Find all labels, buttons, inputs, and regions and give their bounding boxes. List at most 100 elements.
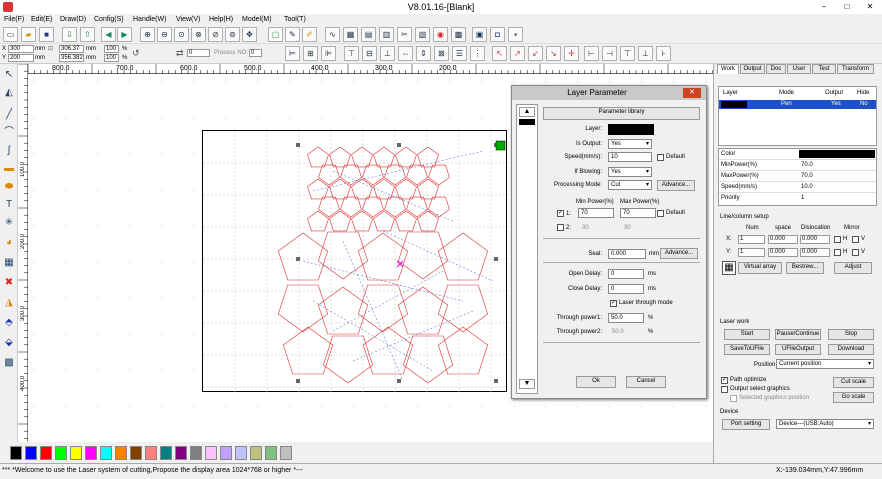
port-setting-button[interactable]: Port setting — [722, 419, 770, 430]
zoom-fit-icon[interactable]: ⊙ — [174, 27, 189, 42]
tab-test[interactable]: Test — [812, 64, 836, 74]
dist-left-icon[interactable]: ⊢ — [584, 46, 599, 61]
point-icon[interactable]: ✳ — [2, 216, 16, 230]
tab-output[interactable]: Output — [740, 64, 765, 74]
bestrew-button[interactable]: Bestrew... — [786, 262, 824, 274]
y-dislocation-input[interactable]: 0.000 — [800, 248, 830, 257]
layer-color-item[interactable] — [519, 119, 535, 125]
same-width-icon[interactable]: ⇔ — [398, 46, 413, 61]
position-select[interactable]: Current position ▾ — [776, 359, 874, 369]
tab-work[interactable]: Work — [717, 64, 739, 74]
tab-transform[interactable]: Transform — [837, 64, 874, 74]
frame-icon[interactable]: ▩ — [451, 27, 466, 42]
scale-x-input[interactable]: 100 — [104, 45, 119, 53]
node-edit-icon[interactable]: ✎ — [285, 27, 300, 42]
y-space-input[interactable]: 0.000 — [768, 248, 798, 257]
seal-input[interactable]: 0.000 — [608, 249, 646, 259]
lock-icon[interactable]: ⊡ — [48, 45, 53, 53]
x-mirror-h-checkbox[interactable] — [834, 236, 841, 243]
bitmap-icon[interactable]: ▦ — [343, 27, 358, 42]
dialog-close-button[interactable]: ✕ — [683, 88, 701, 98]
select-arrow-icon[interactable]: ↖ — [2, 68, 16, 82]
grid-tool-icon[interactable]: ▩ — [2, 356, 16, 370]
color-swatch[interactable] — [115, 446, 127, 460]
dist-mid-icon[interactable]: ⊥ — [638, 46, 653, 61]
advance-mode-button[interactable]: Advance... — [657, 180, 695, 191]
through-mode-checkbox[interactable]: ✓ — [610, 300, 617, 307]
selected-position-checkbox[interactable] — [730, 395, 737, 402]
zoom-in-icon[interactable]: ⊕ — [140, 27, 155, 42]
pause-continue-button[interactable]: Pause/Continue — [775, 329, 821, 340]
line-icon[interactable]: ╱ — [2, 108, 16, 122]
delete-icon[interactable]: ✖ — [2, 276, 16, 290]
color-swatch[interactable] — [40, 446, 52, 460]
stop-button[interactable]: Stop — [828, 329, 874, 340]
menu-file[interactable]: File(F) — [4, 14, 24, 25]
angle-input[interactable]: 0 — [187, 49, 210, 57]
open-delay-input[interactable]: 0 — [608, 269, 644, 279]
polyline-icon[interactable]: ⌒ — [2, 126, 16, 140]
color-swatch[interactable] — [220, 446, 232, 460]
measure-icon[interactable]: ▧ — [415, 27, 430, 42]
device-icon[interactable]: ◘ — [490, 27, 505, 42]
distribute-icon[interactable]: ☰ — [452, 46, 467, 61]
process-no-input[interactable]: 0 — [249, 49, 262, 57]
flip-icon[interactable]: ⬙ — [2, 336, 16, 350]
ok-button[interactable]: Ok — [576, 376, 616, 388]
tab-doc[interactable]: Doc — [766, 64, 786, 74]
rectangle-icon[interactable]: ▬ — [2, 162, 16, 176]
menu-help[interactable]: Help(H) — [209, 14, 233, 25]
mirror-icon[interactable]: ⇄ — [176, 49, 184, 58]
move-topleft-icon[interactable]: ↖ — [492, 46, 507, 61]
adjust-button[interactable]: Adjust — [834, 262, 872, 274]
move-topright-icon[interactable]: ↗ — [510, 46, 525, 61]
menu-handle[interactable]: Handle(W) — [133, 14, 166, 25]
layer-list[interactable]: ▲ ▼ — [516, 104, 538, 394]
advance-seal-button[interactable]: Advance... — [660, 248, 698, 259]
grid-icon[interactable]: ▥ — [379, 27, 394, 42]
close-delay-input[interactable]: 0 — [608, 284, 644, 294]
dist-center-icon[interactable]: ⊣ — [602, 46, 617, 61]
color-swatch[interactable] — [175, 446, 187, 460]
zoom-select-icon[interactable]: ⊘ — [208, 27, 223, 42]
color-swatch[interactable] — [190, 446, 202, 460]
zoom-all-icon[interactable]: ⊚ — [225, 27, 240, 42]
cut-scale-button[interactable]: Cut scale — [833, 377, 874, 388]
menu-tool[interactable]: Tool(T) — [284, 14, 306, 25]
dist-top-icon[interactable]: ⊤ — [620, 46, 635, 61]
node-icon[interactable]: ◭ — [2, 86, 16, 100]
color-swatch[interactable] — [10, 446, 22, 460]
layer-row[interactable]: Pen Yes No — [719, 100, 876, 109]
x-space-input[interactable]: 0.000 — [768, 235, 798, 244]
ellipse-icon[interactable]: ⬬ — [2, 180, 16, 194]
speed-input[interactable]: 10 — [608, 152, 652, 162]
menu-model[interactable]: Model(M) — [242, 14, 272, 25]
virtual-array-button[interactable]: Virtual array — [738, 262, 782, 274]
width-input[interactable]: 306.37 — [59, 45, 84, 53]
laser-head-icon[interactable]: ◉ — [433, 27, 448, 42]
dist-bottom-icon[interactable]: ⊦ — [656, 46, 671, 61]
align-center-icon[interactable]: ⊞ — [303, 46, 318, 61]
minimize-button[interactable]: – — [812, 0, 836, 14]
color-swatch[interactable] — [250, 446, 262, 460]
zoom-out-icon[interactable]: ⊖ — [157, 27, 172, 42]
select-rect-icon[interactable]: ▢ — [268, 27, 283, 42]
device-select[interactable]: Device---(USB:Auto) ▾ — [776, 419, 874, 429]
array-icon[interactable]: ▤ — [361, 27, 376, 42]
path-optimize-checkbox[interactable]: ✓ — [721, 377, 728, 384]
x-input[interactable]: 300 — [8, 45, 34, 53]
undo-icon[interactable]: ◀ — [101, 27, 116, 42]
download-button[interactable]: Download — [828, 344, 874, 355]
align-right-icon[interactable]: ⊫ — [321, 46, 336, 61]
menu-view[interactable]: View(V) — [176, 14, 200, 25]
pen-icon[interactable]: ✐ — [302, 27, 317, 42]
color-swatch[interactable] — [55, 446, 67, 460]
cut-icon[interactable]: ✂ — [397, 27, 412, 42]
color-swatch[interactable] — [85, 446, 97, 460]
work-area[interactable] — [202, 130, 508, 393]
new-file-icon[interactable]: ▭ — [3, 27, 18, 42]
array-tool-icon[interactable]: ▦ — [2, 256, 16, 270]
close-button[interactable]: ✕ — [858, 0, 882, 14]
curve-icon[interactable]: ∿ — [325, 27, 340, 42]
spacing-icon[interactable]: ⋮ — [470, 46, 485, 61]
